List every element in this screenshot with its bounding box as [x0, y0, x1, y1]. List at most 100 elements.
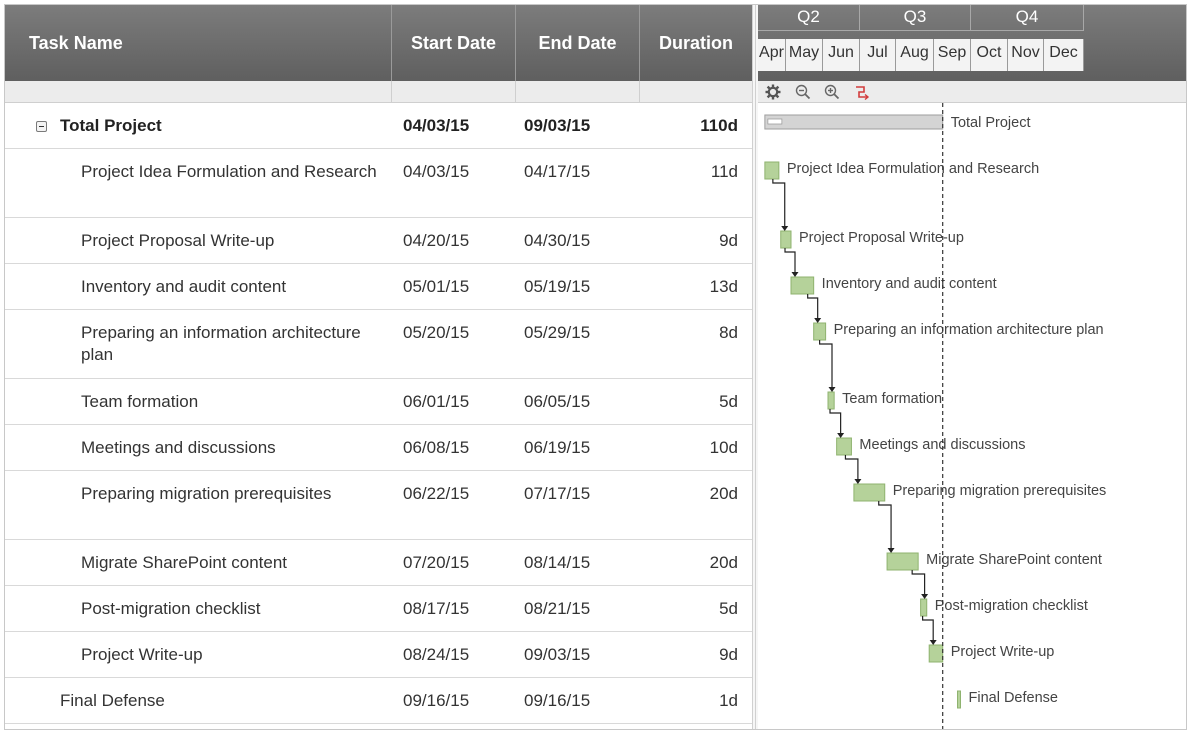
task-grid: Task Name Start Date End Date Duration T… [5, 5, 753, 729]
task-start-date: 07/20/15 [403, 553, 470, 572]
task-row[interactable]: Final Defense 09/16/15 09/16/15 1d [5, 678, 752, 724]
gantt-view: Task Name Start Date End Date Duration T… [4, 4, 1187, 730]
task-start-date: 04/03/15 [403, 162, 470, 181]
task-duration: 20d [709, 484, 738, 503]
task-bar[interactable] [886, 552, 919, 571]
task-name: Preparing migration prerequisites [81, 484, 332, 503]
column-header-task-name[interactable]: Task Name [5, 5, 392, 81]
task-name: Total Project [60, 116, 162, 135]
task-bar-label: Total Project [951, 115, 1031, 131]
dependency-link [844, 455, 859, 480]
task-bar-label: Project Idea Formulation and Research [787, 161, 1039, 177]
task-name: Project Idea Formulation and Research [81, 162, 377, 181]
task-start-date: 05/01/15 [403, 277, 470, 296]
dependency-arrowhead [887, 548, 895, 553]
dependency-arrowhead [837, 433, 845, 438]
dependency-link [829, 409, 842, 434]
task-bar[interactable] [813, 322, 827, 341]
task-bar-label: Preparing migration prerequisites [893, 483, 1107, 499]
column-header-duration[interactable]: Duration [640, 5, 752, 81]
task-bar-label: Preparing an information architecture pl… [834, 322, 1104, 338]
task-name: Project Write-up [81, 645, 203, 664]
grid-header: Task Name Start Date End Date Duration [5, 5, 752, 81]
task-name: Project Proposal Write-up [81, 231, 275, 250]
task-duration: 8d [719, 323, 738, 342]
task-end-date: 09/16/15 [524, 691, 591, 710]
task-bar[interactable] [827, 391, 835, 410]
task-duration: 13d [709, 277, 738, 296]
grid-filter-row [5, 81, 752, 103]
task-duration: 5d [719, 599, 738, 618]
summary-progress [767, 118, 783, 125]
task-end-date: 08/14/15 [524, 553, 591, 572]
task-row[interactable]: Project Proposal Write-up 04/20/15 04/30/1… [5, 218, 752, 264]
task-end-date: 05/29/15 [524, 323, 591, 342]
task-bar-label: Team formation [842, 391, 942, 407]
task-name: Inventory and audit content [81, 277, 287, 296]
task-start-date: 06/22/15 [403, 484, 470, 503]
task-duration: 5d [719, 392, 738, 411]
dependency-link [772, 179, 786, 227]
dependency-arrowhead [929, 640, 937, 645]
task-name: Migrate SharePoint content [81, 553, 288, 572]
task-bar[interactable] [780, 230, 792, 249]
dependency-arrowhead [791, 272, 799, 277]
task-row[interactable]: Preparing an information architecture pl… [5, 310, 752, 379]
task-start-date: 06/08/15 [403, 438, 470, 457]
task-start-date: 04/03/15 [403, 116, 470, 135]
task-duration: 9d [719, 231, 738, 250]
gantt-bars-layer: Total Project Project Idea Formulation an… [764, 103, 1107, 729]
task-end-date: 07/17/15 [524, 484, 591, 503]
task-row[interactable]: Preparing migration prerequisites 06/22/1… [5, 471, 752, 540]
task-start-date: 05/20/15 [403, 323, 470, 342]
task-name: Preparing an information architecture pl… [81, 323, 361, 364]
task-row[interactable]: Team formation 06/01/15 06/05/15 5d [5, 379, 752, 425]
task-end-date: 06/05/15 [524, 392, 591, 411]
task-row[interactable]: Migrate SharePoint content 07/20/15 08/14/… [5, 540, 752, 586]
task-end-date: 05/19/15 [524, 277, 591, 296]
task-bar[interactable] [928, 644, 944, 663]
task-end-date: 08/21/15 [524, 599, 591, 618]
empty-row [5, 724, 752, 729]
task-bar[interactable] [853, 483, 886, 502]
task-duration: 11d [710, 162, 738, 181]
task-bar-label: Project Proposal Write-up [799, 230, 964, 246]
dependency-arrowhead [854, 479, 862, 484]
dependency-link [807, 294, 819, 319]
task-start-date: 06/01/15 [403, 392, 470, 411]
dependency-link [819, 340, 833, 388]
task-start-date: 09/16/15 [403, 691, 470, 710]
task-bar[interactable] [957, 690, 961, 709]
task-start-date: 08/17/15 [403, 599, 470, 618]
column-header-start-date[interactable]: Start Date [392, 5, 516, 81]
task-row[interactable]: Meetings and discussions 06/08/15 06/19/15… [5, 425, 752, 471]
task-bar-label: Final Defense [969, 690, 1058, 706]
collapse-toggle[interactable] [36, 121, 47, 132]
task-row[interactable]: Inventory and audit content 05/01/15 05/19… [5, 264, 752, 310]
task-name: Team formation [81, 392, 199, 411]
task-duration: 20d [709, 553, 738, 572]
task-bar-label: Migrate SharePoint content [926, 552, 1102, 568]
dependency-link [784, 248, 796, 273]
column-header-end-date[interactable]: End Date [516, 5, 640, 81]
task-row[interactable]: Total Project 04/03/15 09/03/15 110d [5, 103, 752, 149]
dependency-arrowhead [814, 318, 822, 323]
dependency-link [911, 570, 926, 595]
task-bar[interactable] [790, 276, 815, 295]
task-start-date: 04/20/15 [403, 231, 470, 250]
task-bar-label: Inventory and audit content [822, 276, 997, 292]
task-row[interactable]: Project Idea Formulation and Research 04/… [5, 149, 752, 218]
task-duration: 110d [700, 116, 738, 135]
task-bar[interactable] [920, 598, 928, 617]
task-end-date: 06/19/15 [524, 438, 591, 457]
task-bar[interactable] [836, 437, 852, 456]
task-duration: 9d [719, 645, 738, 664]
task-bar-label: Post-migration checklist [935, 598, 1088, 614]
dependency-link [878, 501, 892, 549]
dependency-arrowhead [828, 387, 836, 392]
task-bar[interactable] [764, 161, 780, 180]
task-row[interactable]: Post-migration checklist 08/17/15 08/21/15… [5, 586, 752, 632]
task-row[interactable]: Project Write-up 08/24/15 09/03/15 9d [5, 632, 752, 678]
task-duration: 1d [719, 691, 738, 710]
summary-bar[interactable] [764, 114, 944, 130]
